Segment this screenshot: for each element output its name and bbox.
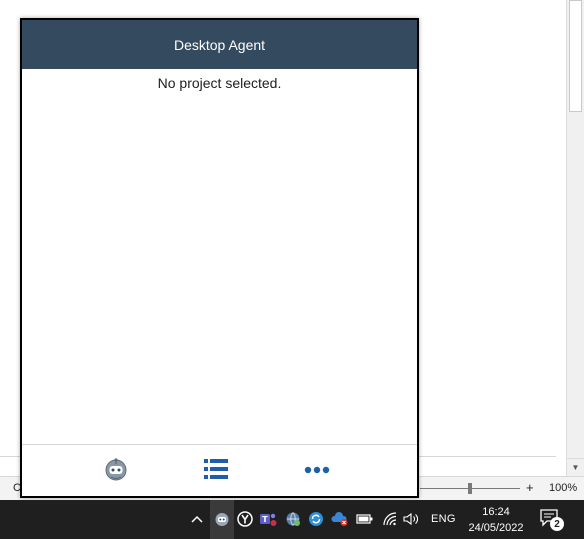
globe-shield-icon[interactable] — [284, 510, 302, 528]
desktop-agent-window: Desktop Agent No project selected. — [20, 18, 419, 498]
teams-icon[interactable]: T — [259, 510, 277, 528]
vertical-scrollbar[interactable]: ▼ — [566, 0, 584, 476]
list-button[interactable] — [202, 457, 230, 485]
clock-time: 16:24 — [482, 506, 510, 518]
svg-text:T: T — [262, 515, 268, 524]
language-indicator[interactable]: ENG — [431, 513, 456, 525]
agent-footer-toolbar — [22, 444, 417, 496]
clock-date: 24/05/2022 — [468, 522, 524, 534]
empty-state-message: No project selected. — [157, 75, 282, 91]
wifi-icon[interactable] — [381, 510, 399, 528]
agent-title: Desktop Agent — [173, 36, 266, 53]
cloud-error-icon[interactable] — [331, 510, 349, 528]
zoom-slider-thumb[interactable] — [468, 483, 472, 494]
robot-icon — [104, 457, 128, 486]
agent-header: Desktop Agent — [22, 20, 417, 69]
scrollbar-thumb[interactable] — [569, 0, 582, 112]
robot-button[interactable] — [102, 457, 130, 485]
clock[interactable]: 16:24 24/05/2022 — [466, 504, 526, 536]
sync-icon[interactable] — [307, 510, 325, 528]
chevron-up-icon[interactable] — [188, 510, 206, 528]
notification-count-badge: 2 — [550, 517, 564, 531]
ylogo-icon[interactable] — [236, 510, 254, 528]
notification-center-button[interactable]: 2 — [540, 509, 564, 531]
zoom-in-button[interactable]: + — [526, 480, 534, 495]
battery-icon[interactable] — [356, 510, 374, 528]
more-button[interactable] — [303, 457, 331, 485]
zoom-percent[interactable]: 100% — [549, 482, 577, 494]
list-icon — [203, 457, 229, 486]
more-icon — [304, 462, 330, 480]
agent-robot-icon[interactable] — [213, 510, 231, 528]
scroll-down-arrow-icon[interactable]: ▼ — [567, 458, 584, 476]
taskbar: T ENG 16:24 24/05/2022 2 — [0, 500, 584, 539]
volume-icon[interactable] — [403, 510, 421, 528]
